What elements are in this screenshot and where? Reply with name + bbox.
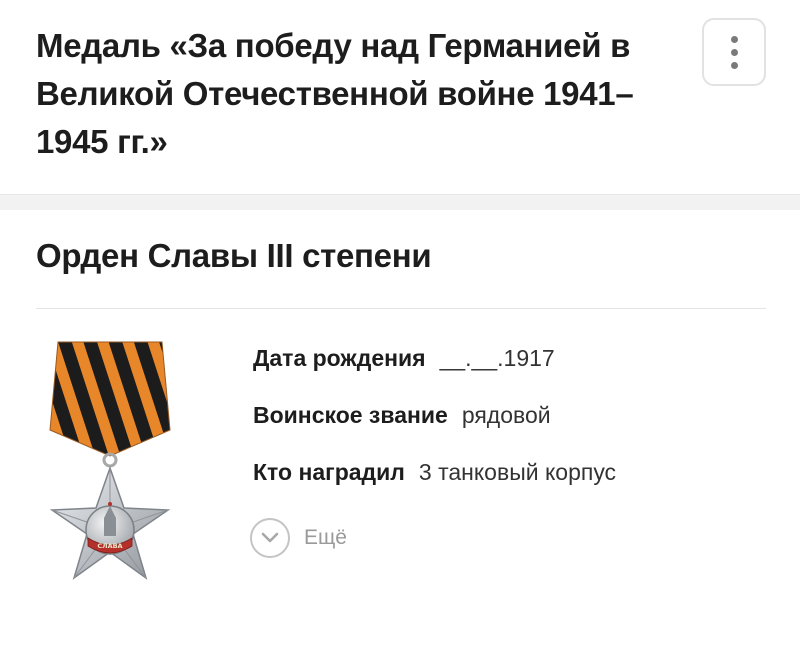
header-card: Медаль «За победу над Германией в Велико… bbox=[0, 0, 800, 195]
order-of-glory-medal-icon: СЛАВА bbox=[40, 338, 180, 588]
chevron-down-circle-icon bbox=[250, 518, 290, 558]
vertical-dots-icon bbox=[730, 61, 738, 69]
detail-row-rank: Воинское звание рядовой bbox=[253, 402, 616, 459]
detail-row-birth-date: Дата рождения __.__.1917 bbox=[253, 345, 616, 402]
vertical-dots-icon bbox=[730, 48, 738, 56]
birth-date-label: Дата рождения bbox=[253, 345, 426, 371]
rank-label: Воинское звание bbox=[253, 402, 448, 428]
award-title: Орден Славы III степени bbox=[36, 237, 432, 274]
awarded-by-label: Кто наградил bbox=[253, 459, 405, 485]
section-separator bbox=[0, 196, 800, 210]
awarded-by-value: 3 танковый корпус bbox=[418, 459, 617, 485]
award-details: Дата рождения __.__.1917 Воинское звание… bbox=[253, 345, 616, 516]
vertical-dots-icon bbox=[730, 35, 738, 43]
more-options-button[interactable] bbox=[702, 18, 766, 86]
show-more-button[interactable]: Ещё bbox=[250, 518, 347, 558]
page-title: Медаль «За победу над Германией в Велико… bbox=[36, 27, 634, 160]
rank-value: рядовой bbox=[461, 402, 551, 428]
show-more-label: Ещё bbox=[304, 526, 347, 549]
birth-date-value: __.__.1917 bbox=[439, 345, 555, 371]
award-card: Орден Славы III степени СЛАВА Дата рожде… bbox=[0, 210, 800, 661]
divider bbox=[36, 308, 766, 309]
medal-inscription: СЛАВА bbox=[97, 542, 122, 550]
detail-row-awarded-by: Кто наградил 3 танковый корпус bbox=[253, 459, 616, 516]
